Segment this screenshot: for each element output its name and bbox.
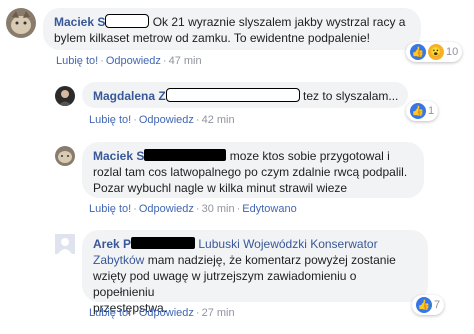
reactions-badge[interactable]: 👍 7 bbox=[412, 295, 445, 315]
reply-button[interactable]: Odpowiedz bbox=[139, 307, 194, 319]
comment-author[interactable]: Arek P bbox=[93, 237, 131, 251]
reaction-count: 10 bbox=[446, 46, 459, 58]
timestamp[interactable]: 42 min bbox=[202, 114, 235, 126]
redaction bbox=[131, 237, 196, 249]
like-icon: 👍 bbox=[416, 297, 432, 313]
like-button[interactable]: Lubię to! bbox=[89, 307, 131, 319]
like-button[interactable]: Lubię to! bbox=[56, 55, 98, 67]
comment-author[interactable]: Magdalena Z bbox=[93, 89, 166, 103]
comment-text: Ok 21 wyraznie slyszalem jakby wystrzal … bbox=[152, 15, 406, 29]
comment-text: rozlal tam cos latwopalnego po czym zdal… bbox=[93, 165, 408, 179]
reply-button[interactable]: Odpowiedz bbox=[139, 114, 194, 126]
mention-link[interactable]: Lubuski Wojewódzki Konserwator bbox=[198, 237, 377, 251]
like-icon: 👍 bbox=[410, 103, 426, 119]
timestamp[interactable]: 30 min bbox=[202, 203, 235, 215]
like-icon: 👍 bbox=[410, 44, 426, 60]
comment-actions: Lubię to! · Odpowiedz · 30 min · Edytowano bbox=[89, 203, 297, 215]
comment-text: tez to slyszalam... bbox=[303, 89, 399, 103]
comment-text: Pozar wybuchl nagle w kilka minut strawi… bbox=[93, 181, 348, 195]
reply-button[interactable]: Odpowiedz bbox=[139, 203, 194, 215]
like-button[interactable]: Lubię to! bbox=[89, 203, 131, 215]
comment-bubble: Maciek S Ok 21 wyraznie slyszalem jakby … bbox=[43, 8, 421, 50]
reaction-count: 7 bbox=[434, 299, 441, 311]
avatar[interactable] bbox=[55, 86, 75, 106]
comment-author[interactable]: Maciek S bbox=[54, 15, 105, 29]
edited-label[interactable]: Edytowano bbox=[242, 203, 296, 215]
comment-actions: Lubię to! · Odpowiedz · 27 min bbox=[89, 307, 235, 319]
comment-actions: Lubię to! · Odpowiedz · 42 min bbox=[89, 114, 235, 126]
redaction bbox=[105, 14, 150, 28]
comment-bubble: Maciek S moze ktos sobie przygotowal i r… bbox=[82, 142, 424, 198]
comment-bubble: Magdalena Z tez to slyszalam... bbox=[82, 82, 408, 108]
redaction bbox=[144, 149, 227, 161]
timestamp[interactable]: 47 min bbox=[169, 55, 202, 67]
comment-text: bylem kilkaset metrow od zamku. To ewide… bbox=[54, 31, 370, 45]
timestamp[interactable]: 27 min bbox=[202, 307, 235, 319]
reaction-count: 1 bbox=[428, 105, 435, 117]
avatar[interactable] bbox=[6, 8, 36, 38]
comment-bubble: Arek P Lubuski Wojewódzki Konserwator Za… bbox=[82, 230, 428, 315]
reactions-badge[interactable]: 👍 1 bbox=[406, 101, 439, 121]
wow-icon: 😮 bbox=[428, 44, 444, 60]
reactions-badge[interactable]: 👍 😮 10 bbox=[406, 42, 463, 62]
mention-link[interactable]: Zabytków bbox=[93, 253, 144, 267]
redaction bbox=[165, 88, 300, 102]
like-button[interactable]: Lubię to! bbox=[89, 114, 131, 126]
comment-text: mam nadzieję, że komentarz powyżej zosta… bbox=[147, 253, 396, 267]
reply-button[interactable]: Odpowiedz bbox=[106, 55, 161, 67]
avatar[interactable] bbox=[55, 234, 75, 254]
comment-author[interactable]: Maciek S bbox=[93, 149, 144, 163]
comment-text: moze ktos sobie przygotowal i bbox=[229, 149, 390, 163]
comment-text: wzięty pod uwagę w jutrzejszym zawiadomi… bbox=[93, 269, 357, 299]
comment-actions: Lubię to! · Odpowiedz · 47 min bbox=[56, 55, 202, 67]
avatar[interactable] bbox=[55, 146, 75, 166]
